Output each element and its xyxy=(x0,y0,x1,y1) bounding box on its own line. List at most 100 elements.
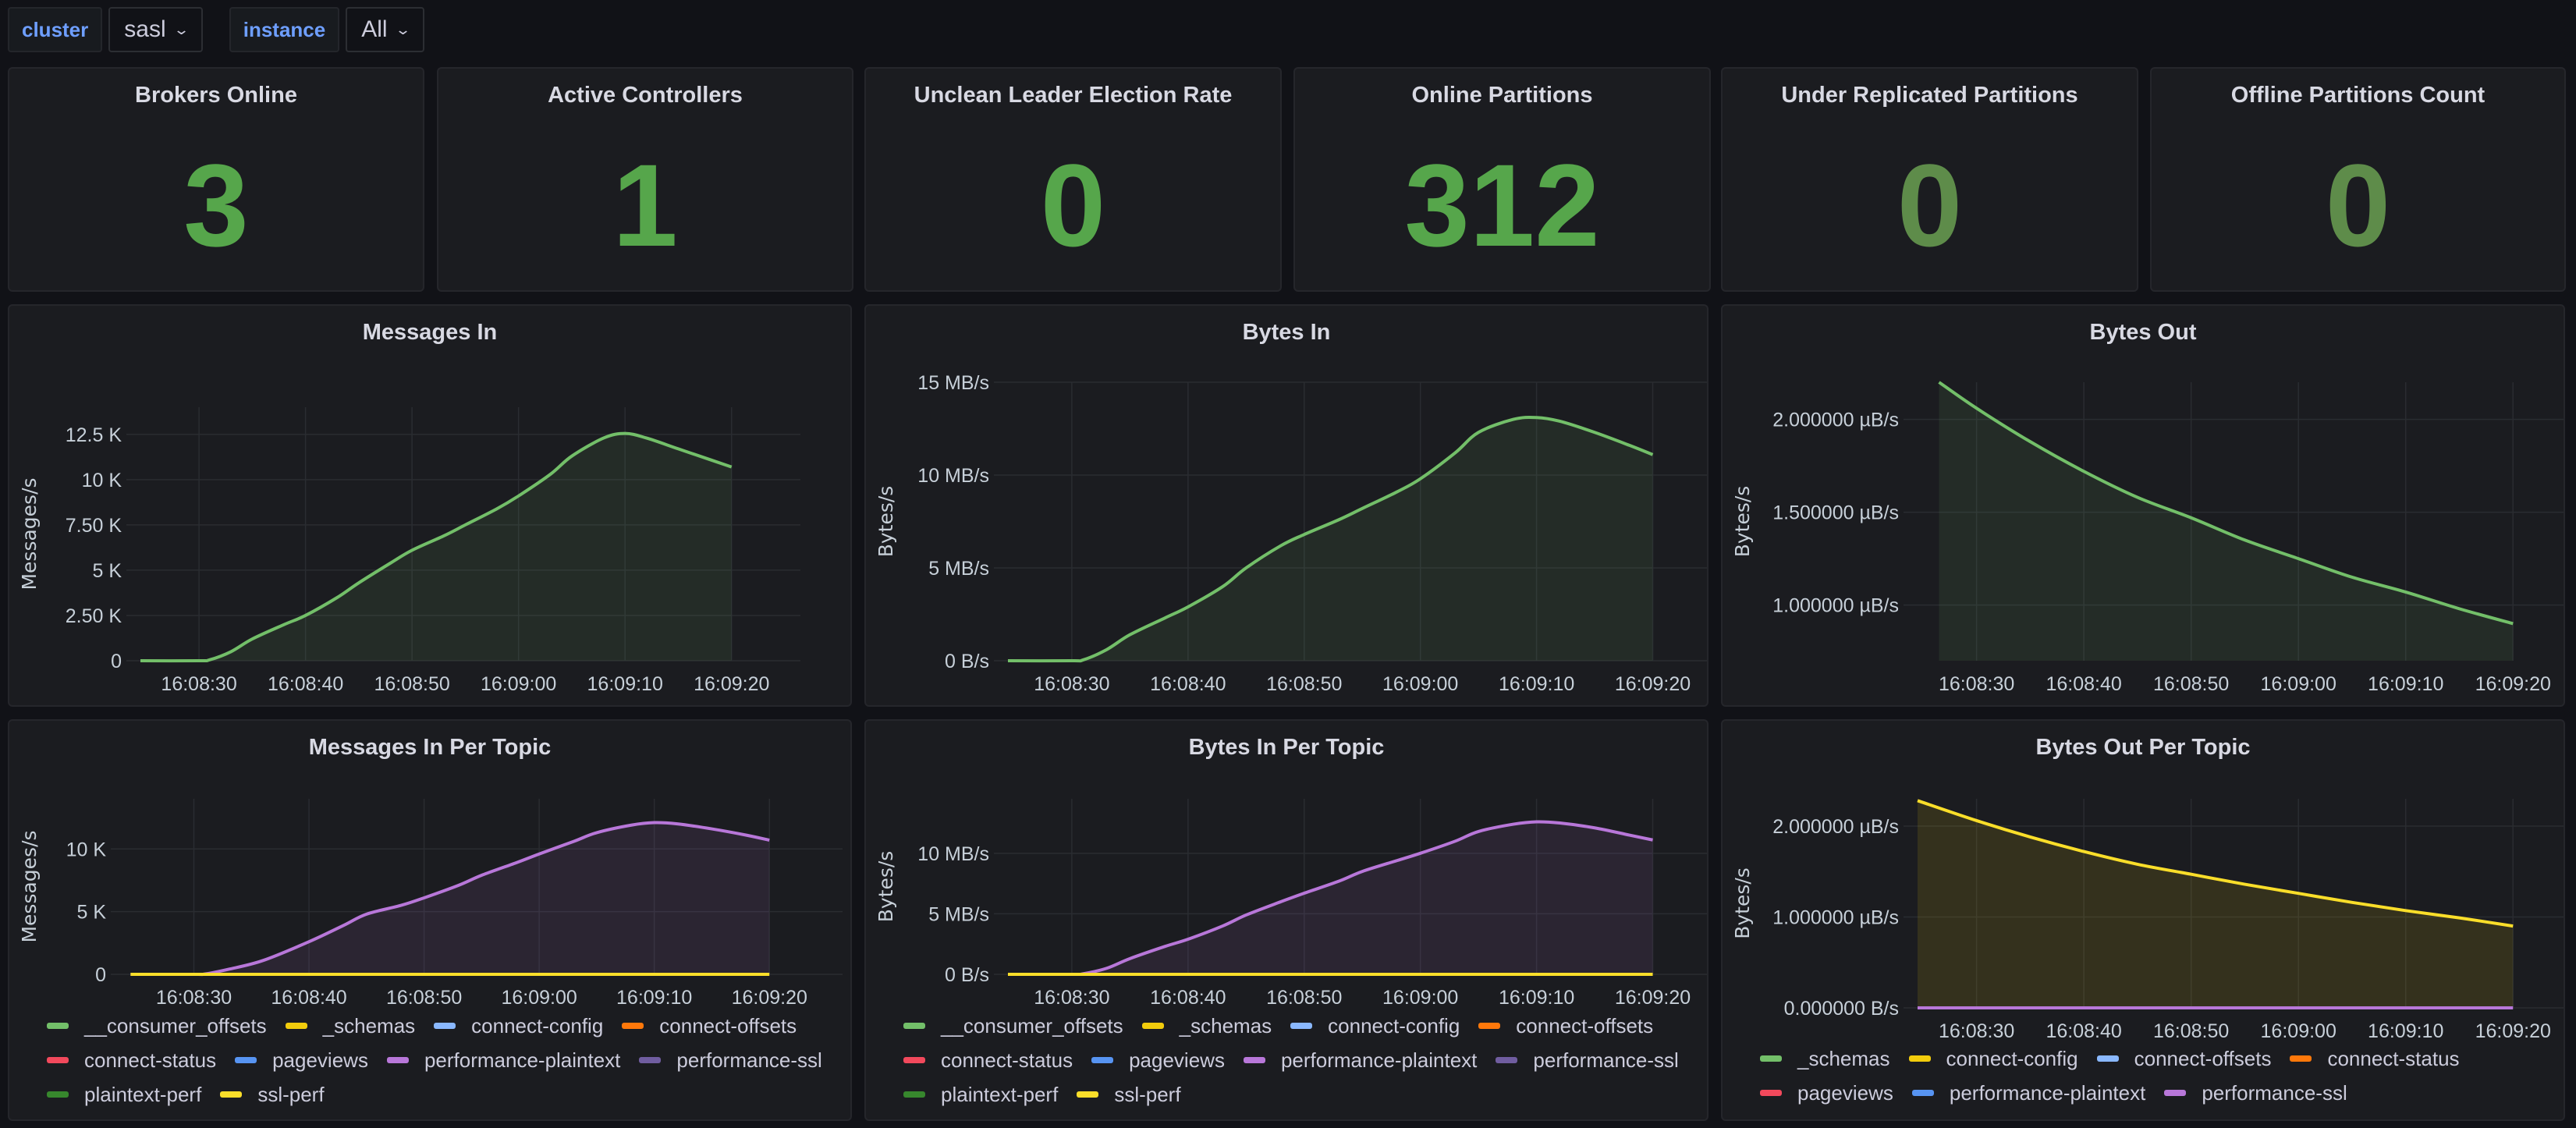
panel-title: Active Controllers xyxy=(548,83,743,108)
chevron-down-icon: ⌄ xyxy=(394,21,411,37)
y-axis-label: Messages/s xyxy=(18,830,41,942)
x-tick-label: 16:09:10 xyxy=(1499,673,1574,695)
y-tick-label: 5 K xyxy=(92,560,122,582)
x-tick-label: 16:09:00 xyxy=(2261,1020,2336,1042)
instance-select[interactable]: All ⌄ xyxy=(346,7,424,52)
x-tick-label: 16:09:00 xyxy=(481,673,556,695)
y-tick-label: 0 xyxy=(95,964,106,986)
x-tick-label: 16:09:00 xyxy=(2261,673,2336,695)
y-tick-label: 7.50 K xyxy=(66,515,122,537)
y-axis-label: Bytes/s xyxy=(1731,486,1754,558)
chart-panel-bytes-out-per-topic[interactable]: Bytes Out Per Topic _schemas connect-conf… xyxy=(1721,719,2565,1121)
y-tick-label: 0 B/s xyxy=(945,651,989,672)
x-tick-label: 16:09:10 xyxy=(2368,673,2443,695)
stat-value: 0 xyxy=(1040,140,1106,271)
series-area xyxy=(140,433,732,662)
variable-instance: instance All ⌄ xyxy=(229,7,424,52)
x-tick-label: 16:09:00 xyxy=(1382,987,1458,1009)
y-tick-label: 1.500000 µB/s xyxy=(1772,502,1899,524)
stat-value: 0 xyxy=(2325,140,2391,271)
panel-title: Brokers Online xyxy=(135,83,297,108)
chart-plot: 16:08:30 16:08:40 16:08:50 16:09:00 16:09:10… xyxy=(1731,381,2564,695)
stat-panel-unclean-leader-election-rate[interactable]: Unclean Leader Election Rate 0 xyxy=(864,67,1282,292)
chart-panel-bytes-in[interactable]: Bytes In 16:08:30 16:08:40 16:08:50 16:09:0… xyxy=(864,304,1708,707)
series-area xyxy=(130,822,770,975)
x-tick-label: 16:09:20 xyxy=(732,987,807,1009)
y-tick-label: 10 K xyxy=(82,470,122,491)
x-tick-label: 16:08:40 xyxy=(1150,987,1226,1009)
stat-value: 312 xyxy=(1404,140,1600,271)
x-tick-label: 16:08:40 xyxy=(268,673,343,695)
x-tick-label: 16:08:50 xyxy=(2153,1020,2229,1042)
x-tick-label: 16:08:30 xyxy=(156,987,232,1009)
y-tick-label: 2.50 K xyxy=(66,605,122,627)
series-area xyxy=(1939,382,2514,661)
y-tick-label: 10 MB/s xyxy=(917,843,989,865)
y-tick-label: 2.000000 µB/s xyxy=(1772,410,1899,431)
chart-panel-bytes-in-per-topic[interactable]: Bytes In Per Topic __consumer_offsets _sc… xyxy=(864,719,1708,1121)
y-tick-label: 0 xyxy=(111,651,122,672)
x-tick-label: 16:09:10 xyxy=(616,987,692,1009)
cluster-select-value: sasl xyxy=(124,16,166,42)
x-tick-label: 16:08:30 xyxy=(1034,673,1109,695)
cluster-select[interactable]: sasl ⌄ xyxy=(108,7,203,52)
y-tick-label: 10 K xyxy=(66,839,107,860)
y-tick-label: 1.000000 µB/s xyxy=(1772,906,1899,928)
stat-panel-under-replicated-partitions[interactable]: Under Replicated Partitions 0 xyxy=(1721,67,2138,292)
stat-panel-online-partitions[interactable]: Online Partitions 312 xyxy=(1293,67,1711,292)
series-area xyxy=(1008,417,1653,662)
chart-plot: 16:08:30 16:08:40 16:08:50 16:09:00 16:09:10… xyxy=(18,799,843,1009)
y-tick-label: 5 K xyxy=(76,902,106,924)
x-tick-label: 16:09:00 xyxy=(1382,673,1458,695)
stat-value: 1 xyxy=(612,140,678,271)
chart-panel-messages-in[interactable]: Messages In 16:08:30 16:08:40 16:08:50 16:0… xyxy=(8,304,852,707)
x-tick-label: 16:08:40 xyxy=(2046,673,2121,695)
chevron-down-icon: ⌄ xyxy=(172,21,190,37)
x-tick-label: 16:08:30 xyxy=(161,673,236,695)
x-tick-label: 16:09:10 xyxy=(2368,1020,2443,1042)
x-tick-label: 16:09:20 xyxy=(1615,673,1691,695)
chart-panel-bytes-out[interactable]: Bytes Out 16:08:30 16:08:40 16:08:50 16:09:… xyxy=(1721,304,2565,707)
stat-value: 0 xyxy=(1897,140,1963,271)
chart-plot: 16:08:30 16:08:40 16:08:50 16:09:00 16:09:10… xyxy=(18,407,800,695)
chart-panel-messages-in-per-topic[interactable]: Messages In Per Topic __consumer_offsets… xyxy=(8,719,852,1121)
panel-title: Offline Partitions Count xyxy=(2230,83,2486,108)
series-area xyxy=(1008,821,1653,975)
chart-plot: 16:08:30 16:08:40 16:08:50 16:09:00 16:09:10… xyxy=(875,799,1707,1009)
y-tick-label: 1.000000 µB/s xyxy=(1772,595,1899,617)
x-tick-label: 16:08:40 xyxy=(1150,673,1226,695)
stat-panel-brokers-online[interactable]: Brokers Online 3 xyxy=(8,67,424,292)
chart-plot: 16:08:30 16:08:40 16:08:50 16:09:00 16:09:10… xyxy=(875,372,1707,695)
y-tick-label: 5 MB/s xyxy=(928,558,989,580)
variable-cluster-label: cluster xyxy=(8,7,103,52)
variables-bar: cluster sasl ⌄ instance All ⌄ xyxy=(8,6,451,53)
y-axis-label: Messages/s xyxy=(18,477,41,590)
x-tick-label: 16:09:20 xyxy=(1615,987,1691,1009)
y-tick-label: 10 MB/s xyxy=(917,465,989,487)
x-tick-label: 16:09:20 xyxy=(2475,673,2551,695)
y-axis-label: Bytes/s xyxy=(875,851,897,923)
instance-select-value: All xyxy=(361,16,388,42)
x-tick-label: 16:08:30 xyxy=(1939,1020,2014,1042)
x-tick-label: 16:08:50 xyxy=(1266,673,1342,695)
variable-instance-label: instance xyxy=(229,7,340,52)
chart-plot: 16:08:30 16:08:40 16:08:50 16:09:00 16:09:10… xyxy=(1731,799,2564,1042)
x-tick-label: 16:08:50 xyxy=(386,987,462,1009)
stat-panel-active-controllers[interactable]: Active Controllers 1 xyxy=(437,67,853,292)
y-tick-label: 2.000000 µB/s xyxy=(1772,816,1899,838)
y-axis-label: Bytes/s xyxy=(1731,867,1754,939)
y-tick-label: 12.5 K xyxy=(66,424,122,446)
panel-title: Under Replicated Partitions xyxy=(1781,83,2078,108)
x-tick-label: 16:09:00 xyxy=(501,987,577,1009)
x-tick-label: 16:08:30 xyxy=(1939,673,2014,695)
x-tick-label: 16:09:20 xyxy=(694,673,769,695)
x-tick-label: 16:09:20 xyxy=(2475,1020,2551,1042)
x-tick-label: 16:08:50 xyxy=(2153,673,2229,695)
x-tick-label: 16:08:50 xyxy=(1266,987,1342,1009)
stat-panel-offline-partitions-count[interactable]: Offline Partitions Count 0 xyxy=(2150,67,2566,292)
stat-value: 3 xyxy=(183,140,249,271)
x-tick-label: 16:08:40 xyxy=(2046,1020,2121,1042)
y-tick-label: 15 MB/s xyxy=(917,372,989,394)
y-axis-label: Bytes/s xyxy=(875,486,897,558)
x-tick-label: 16:08:40 xyxy=(271,987,346,1009)
